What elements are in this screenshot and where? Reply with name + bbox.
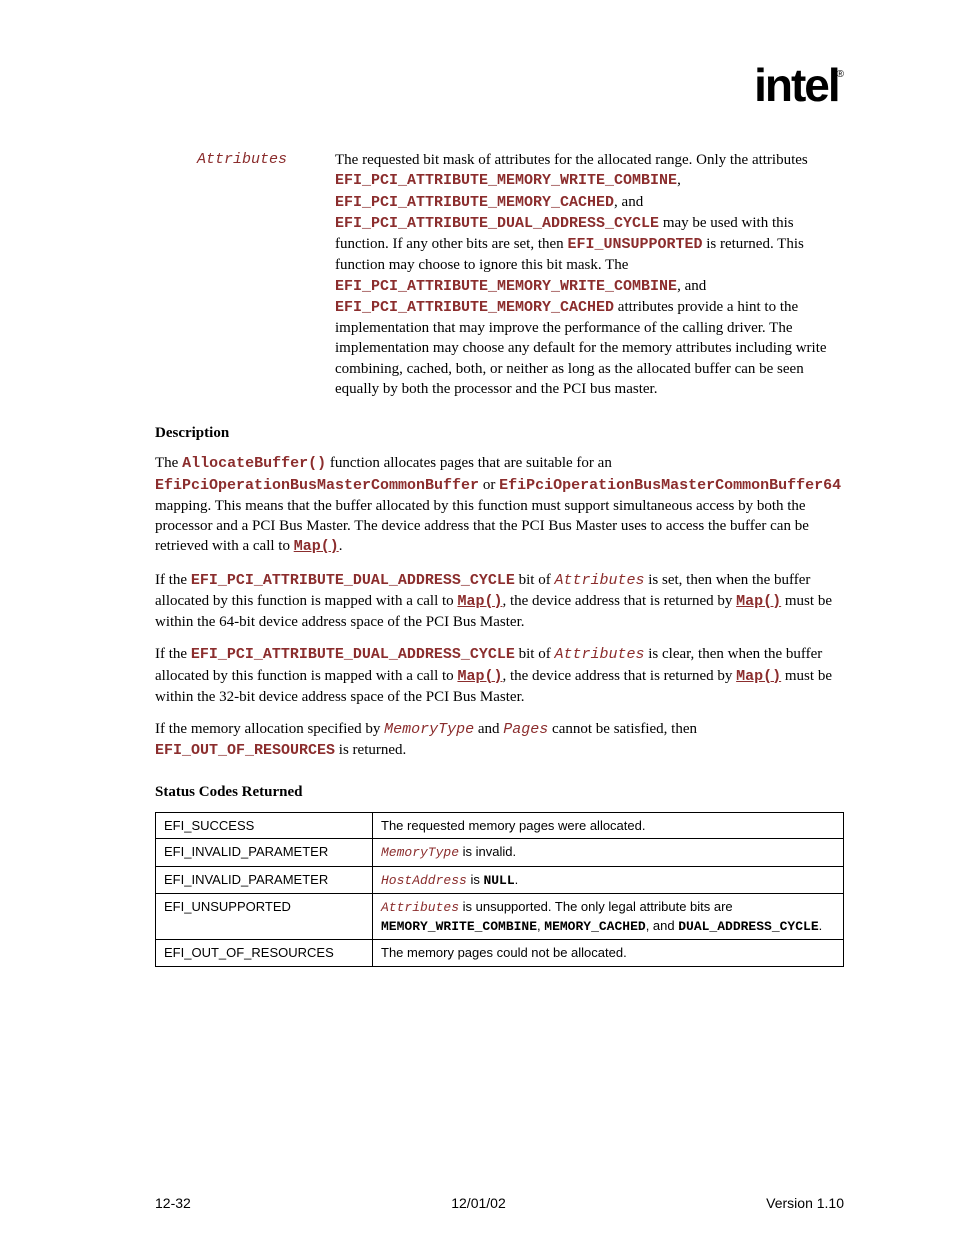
footer: 12-32 12/01/02 Version 1.10 bbox=[155, 1195, 844, 1211]
map-link[interactable]: Map() bbox=[457, 593, 502, 610]
description-p2: If the EFI_PCI_ATTRIBUTE_DUAL_ADDRESS_CY… bbox=[155, 570, 844, 633]
status-code: EFI_UNSUPPORTED bbox=[156, 894, 373, 940]
status-desc: Attributes is unsupported. The only lega… bbox=[373, 894, 844, 940]
footer-version: Version 1.10 bbox=[766, 1195, 844, 1211]
status-desc: The memory pages could not be allocated. bbox=[373, 940, 844, 967]
status-code: EFI_OUT_OF_RESOURCES bbox=[156, 940, 373, 967]
logo-text: intel bbox=[754, 59, 839, 111]
param-name: Attributes bbox=[155, 150, 335, 170]
param-description: The requested bit mask of attributes for… bbox=[335, 150, 844, 399]
map-link[interactable]: Map() bbox=[457, 668, 502, 685]
status-desc: The requested memory pages were allocate… bbox=[373, 812, 844, 839]
footer-date: 12/01/02 bbox=[451, 1195, 506, 1211]
page: intel® Attributes The requested bit mask… bbox=[0, 0, 954, 1235]
table-row: EFI_INVALID_PARAMETER HostAddress is NUL… bbox=[156, 866, 844, 894]
description-p1: The AllocateBuffer() function allocates … bbox=[155, 453, 844, 557]
status-desc: HostAddress is NULL. bbox=[373, 866, 844, 894]
content: Attributes The requested bit mask of att… bbox=[155, 60, 844, 967]
status-heading: Status Codes Returned bbox=[155, 782, 844, 802]
page-number: 12-32 bbox=[155, 1195, 191, 1211]
description-p4: If the memory allocation specified by Me… bbox=[155, 719, 844, 762]
param-row: Attributes The requested bit mask of att… bbox=[155, 150, 844, 399]
table-row: EFI_SUCCESS The requested memory pages w… bbox=[156, 812, 844, 839]
map-link[interactable]: Map() bbox=[736, 668, 781, 685]
description-p3: If the EFI_PCI_ATTRIBUTE_DUAL_ADDRESS_CY… bbox=[155, 644, 844, 707]
status-table: EFI_SUCCESS The requested memory pages w… bbox=[155, 812, 844, 967]
status-code: EFI_INVALID_PARAMETER bbox=[156, 866, 373, 894]
table-row: EFI_UNSUPPORTED Attributes is unsupporte… bbox=[156, 894, 844, 940]
map-link[interactable]: Map() bbox=[294, 538, 339, 555]
map-link[interactable]: Map() bbox=[736, 593, 781, 610]
intel-logo: intel® bbox=[754, 58, 844, 112]
status-desc: MemoryType is invalid. bbox=[373, 839, 844, 867]
table-row: EFI_INVALID_PARAMETER MemoryType is inva… bbox=[156, 839, 844, 867]
status-code: EFI_INVALID_PARAMETER bbox=[156, 839, 373, 867]
description-heading: Description bbox=[155, 423, 844, 443]
table-row: EFI_OUT_OF_RESOURCES The memory pages co… bbox=[156, 940, 844, 967]
status-code: EFI_SUCCESS bbox=[156, 812, 373, 839]
registered-mark: ® bbox=[837, 69, 842, 80]
